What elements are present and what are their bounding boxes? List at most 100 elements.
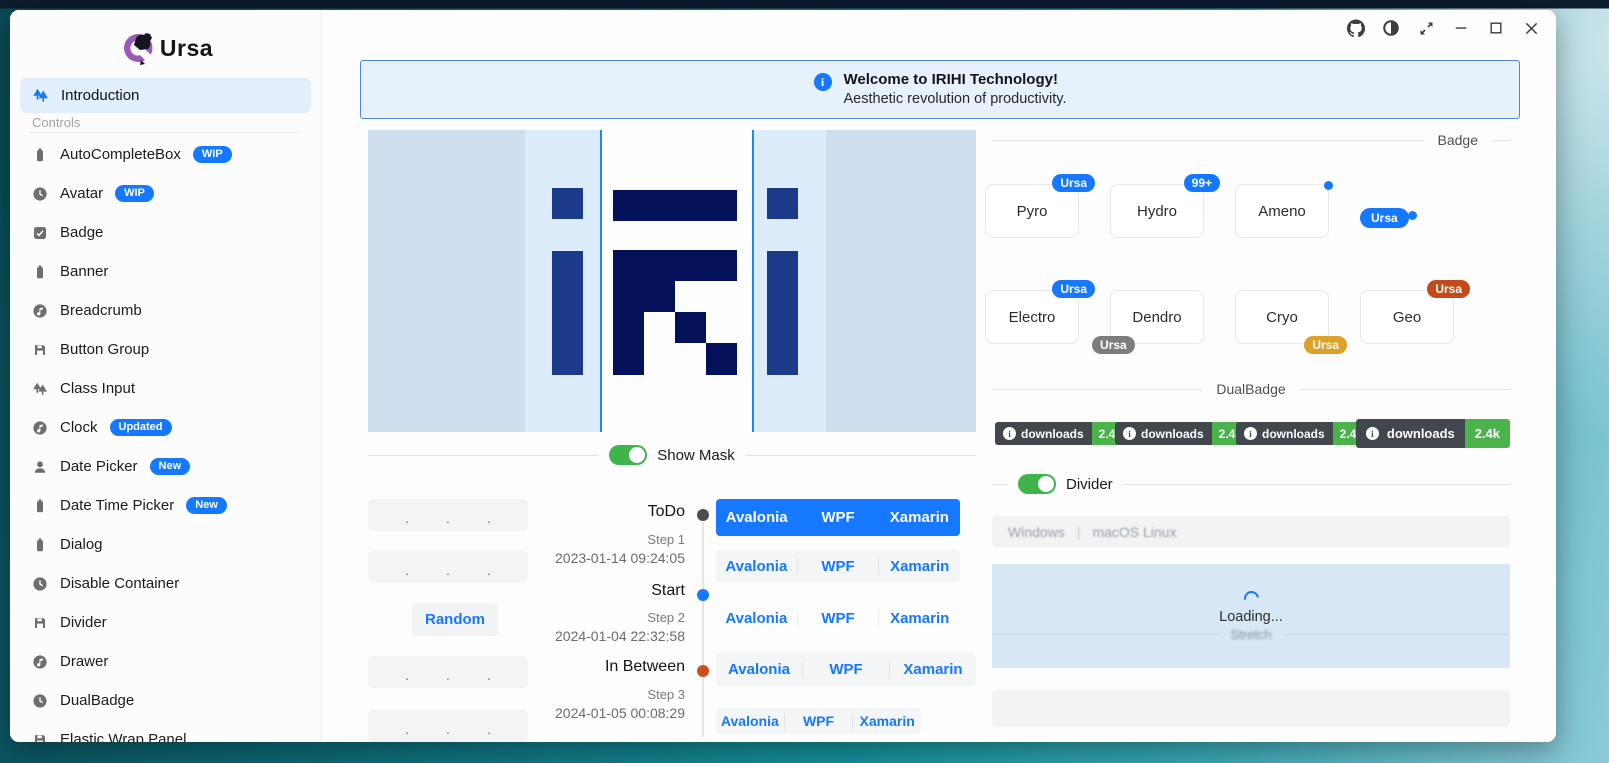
- group-button-avalonia[interactable]: Avalonia: [716, 610, 797, 627]
- group-button-wpf[interactable]: WPF: [798, 558, 879, 575]
- tab-separator: |: [1077, 524, 1081, 540]
- divider-line: [992, 389, 1202, 390]
- logo-pixel: [767, 188, 798, 219]
- group-button-avalonia[interactable]: Avalonia: [716, 509, 797, 526]
- ipv4-dot: .: [405, 562, 409, 578]
- mask-band: [826, 130, 976, 432]
- group-button-avalonia[interactable]: Avalonia: [716, 558, 797, 575]
- logo-pixel: [613, 343, 644, 375]
- timeline-dot-inbetween: [697, 665, 709, 677]
- maximize-icon[interactable]: [1487, 19, 1505, 37]
- info-icon: i: [1123, 427, 1136, 440]
- sidebar-item-label: Class Input: [60, 380, 135, 397]
- info-icon: i: [814, 73, 832, 91]
- sidebar-item-divider[interactable]: Divider: [20, 603, 311, 642]
- show-mask-toggle[interactable]: [609, 445, 647, 465]
- sidebar-item-class-input[interactable]: Class Input: [20, 369, 311, 408]
- group-button-avalonia[interactable]: Avalonia: [716, 713, 784, 729]
- divider-line: [1284, 634, 1510, 635]
- badge-card-pyro: Pyro Ursa: [985, 184, 1079, 238]
- group-button-wpf[interactable]: WPF: [803, 661, 889, 678]
- github-icon[interactable]: [1347, 19, 1365, 37]
- window-controls: [1347, 19, 1540, 37]
- group-button-xamarin[interactable]: Xamarin: [879, 509, 960, 526]
- sidebar-item-dialog[interactable]: Dialog: [20, 525, 311, 564]
- timeline-step: Step 2: [465, 610, 685, 625]
- sidebar-item-label: AutoCompleteBox: [60, 146, 181, 163]
- ursa-bear-icon: [118, 28, 158, 68]
- sidebar-item-label: Elastic Wrap Panel: [60, 731, 186, 742]
- trees-icon: [32, 87, 49, 104]
- group-button-wpf[interactable]: WPF: [785, 713, 853, 729]
- sidebar-item-label: Date Picker: [60, 458, 138, 475]
- sidebar-item-label: Breadcrumb: [60, 302, 142, 319]
- ursa-badge: Ursa: [1092, 336, 1135, 354]
- sidebar-item-button-group[interactable]: Button Group: [20, 330, 311, 369]
- group-button-wpf[interactable]: WPF: [798, 610, 879, 627]
- sidebar-item-label: DualBadge: [60, 692, 134, 709]
- wip-badge: WIP: [193, 146, 232, 163]
- card-label: Electro: [1009, 309, 1056, 326]
- sidebar-item-banner[interactable]: Banner: [20, 252, 311, 291]
- dual-badge-label: downloads: [1141, 427, 1204, 441]
- check-square-icon: [32, 225, 48, 241]
- banner-subtitle: Aesthetic revolution of productivity.: [844, 90, 1067, 109]
- dual-badge: idownloads 2.4k: [1236, 422, 1370, 445]
- group-button-xamarin[interactable]: Xamarin: [853, 713, 921, 729]
- minimize-icon[interactable]: [1452, 19, 1470, 37]
- sidebar-item-drawer[interactable]: Drawer: [20, 642, 311, 681]
- ursa-badge: Ursa: [1052, 174, 1095, 192]
- tab-windows[interactable]: Windows: [1008, 524, 1065, 540]
- logo-pixel: [552, 188, 583, 219]
- sidebar-item-elastic-wrap-panel[interactable]: Elastic Wrap Panel: [20, 720, 311, 742]
- tab-macos-linux[interactable]: macOS Linux: [1092, 524, 1176, 540]
- loading-text: Loading...: [1219, 609, 1283, 625]
- resize-icon[interactable]: [1417, 19, 1435, 37]
- sidebar-item-badge[interactable]: Badge: [20, 213, 311, 252]
- sidebar-item-clock[interactable]: Clock Updated: [20, 408, 311, 447]
- welcome-banner: i Welcome to IRIHI Technology! Aesthetic…: [360, 60, 1520, 119]
- ipv4-dot: .: [405, 667, 409, 683]
- divider-line: [992, 634, 1218, 635]
- badge-card-hydro: Hydro 99+: [1110, 184, 1204, 238]
- save-icon: [32, 732, 48, 743]
- show-mask-row: Show Mask: [368, 445, 976, 465]
- app-title: Ursa: [160, 35, 213, 62]
- sidebar-item-disable-container[interactable]: Disable Container: [20, 564, 311, 603]
- group-button-xamarin[interactable]: Xamarin: [879, 610, 960, 627]
- dot-badge: [1408, 211, 1417, 220]
- group-button-wpf[interactable]: WPF: [797, 509, 878, 526]
- trees-icon: [32, 381, 48, 397]
- badge-section-divider: Badge: [992, 132, 1510, 148]
- sidebar-item-label: Divider: [60, 614, 107, 631]
- app-window: Ursa Introduction Controls AutoCompleteB…: [10, 10, 1556, 742]
- divider-toggle[interactable]: [1018, 474, 1056, 494]
- os-tabs-bar: Windows | macOS Linux: [992, 516, 1510, 547]
- group-button-xamarin[interactable]: Xamarin: [890, 661, 976, 678]
- irihi-logo-graphic: [368, 130, 976, 432]
- timeline-step: Step 1: [465, 532, 685, 547]
- sidebar-item-date-time-picker[interactable]: Date Time Picker New: [20, 486, 311, 525]
- group-button-xamarin[interactable]: Xamarin: [879, 558, 960, 575]
- close-icon[interactable]: [1522, 19, 1540, 37]
- sidebar-item-label: Badge: [60, 224, 103, 241]
- sidebar-item-breadcrumb[interactable]: Breadcrumb: [20, 291, 311, 330]
- card-label: Hydro: [1137, 203, 1177, 220]
- sidebar-item-date-picker[interactable]: Date Picker New: [20, 447, 311, 486]
- dualbadge-section-divider: DualBadge: [992, 381, 1510, 397]
- battery-icon: [32, 537, 48, 553]
- sidebar-item-label: Banner: [60, 263, 108, 280]
- divider-line: [1492, 140, 1510, 141]
- sidebar-nav-list: AutoCompleteBox WIP Avatar WIP Badge Ban…: [10, 135, 321, 742]
- updated-badge: Updated: [110, 419, 172, 436]
- theme-toggle-icon[interactable]: [1382, 19, 1400, 37]
- card-label: Ameno: [1258, 203, 1306, 220]
- sidebar-item-label: Introduction: [61, 87, 139, 104]
- sidebar-item-avatar[interactable]: Avatar WIP: [20, 174, 311, 213]
- ipv4-dot: .: [405, 721, 409, 737]
- sidebar-item-dualbadge[interactable]: DualBadge: [20, 681, 311, 720]
- sidebar-item-autocompletebox[interactable]: AutoCompleteBox WIP: [20, 135, 311, 174]
- sidebar-item-introduction[interactable]: Introduction: [20, 78, 311, 113]
- sidebar-item-label: Drawer: [60, 653, 108, 670]
- group-button-avalonia[interactable]: Avalonia: [716, 661, 802, 678]
